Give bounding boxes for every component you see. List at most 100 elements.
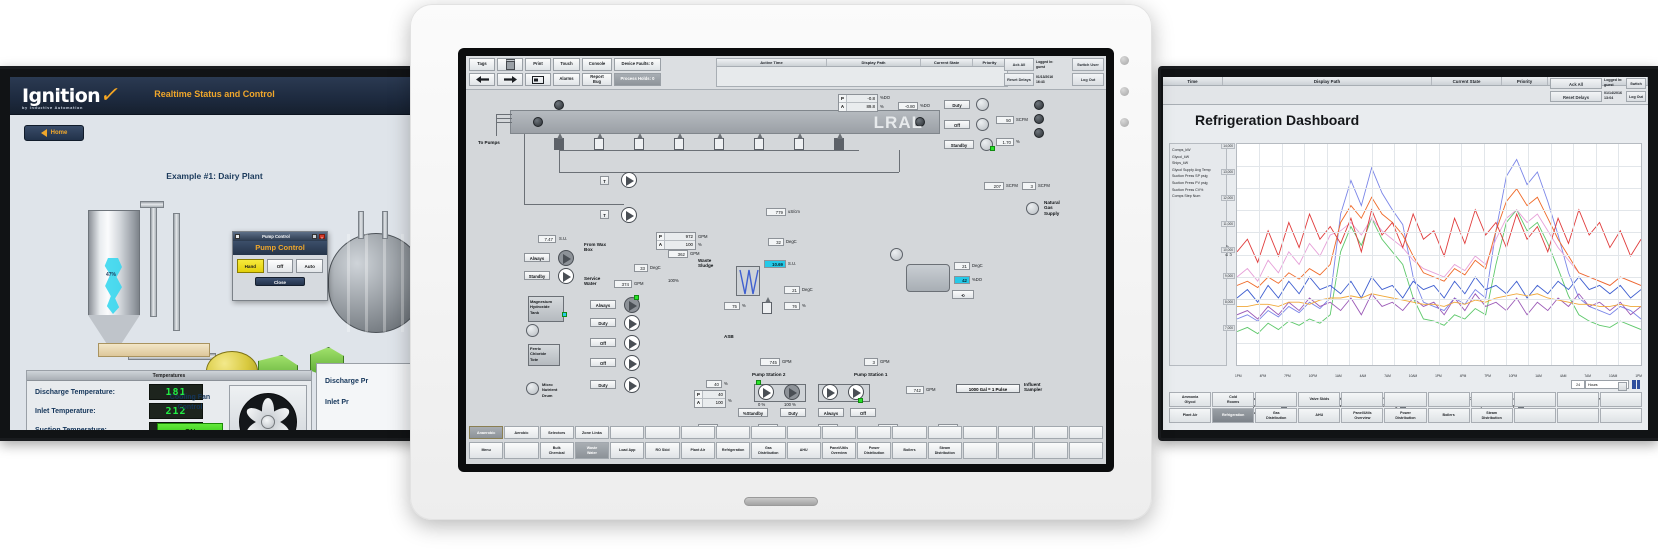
ps2-pump-2[interactable] xyxy=(784,384,800,400)
col-time[interactable]: Time xyxy=(1163,77,1223,85)
menu-item-plant-air[interactable]: Plant Air xyxy=(681,442,715,459)
effluent-flow[interactable]: 742 xyxy=(906,386,924,394)
transmitter-1[interactable]: T xyxy=(600,176,609,185)
ph-readout-2[interactable]: 10.69 xyxy=(764,260,786,268)
rnav-empty-8[interactable] xyxy=(1514,408,1556,423)
valve-7[interactable] xyxy=(794,138,804,150)
report-bug-button[interactable]: Report Bug xyxy=(582,73,612,86)
dialog-close-button[interactable]: Close xyxy=(255,277,305,286)
pump-mode-off[interactable]: Off xyxy=(267,259,294,273)
rnav-valve-skids[interactable]: Valve Skids xyxy=(1298,392,1340,407)
pump-icon-9[interactable] xyxy=(624,377,640,393)
rnav-steam-distribution[interactable]: SteamDistribution xyxy=(1471,408,1513,423)
rnav-empty-8[interactable] xyxy=(1514,392,1556,407)
trash-icon[interactable] xyxy=(497,58,523,71)
pump-icon-2[interactable] xyxy=(621,207,637,223)
do-pa-box[interactable]: P-0.8 A89.8 xyxy=(838,94,878,112)
valve-8[interactable] xyxy=(834,138,844,150)
back-arrow-icon[interactable] xyxy=(469,73,495,86)
tab-anaerobic[interactable]: Anaerobic xyxy=(469,426,503,439)
scfm-readout-1[interactable]: 50 xyxy=(996,116,1014,124)
switch-user-button[interactable]: Switch User xyxy=(1072,58,1104,71)
pct-readout-2[interactable]: 75 xyxy=(724,302,740,310)
agitator-icon-2[interactable] xyxy=(526,382,539,395)
menu-item-empty-14[interactable] xyxy=(963,442,997,459)
rnav-ammonia-glycol[interactable]: AmmoniaGlycol xyxy=(1169,392,1211,407)
tags-button[interactable]: Tags xyxy=(469,58,495,71)
tab-empty-11[interactable] xyxy=(998,426,1032,439)
rnav-empty-9[interactable] xyxy=(1557,392,1599,407)
tab-empty-7[interactable] xyxy=(857,426,891,439)
menu-item-refrigeration[interactable]: Refrigeration xyxy=(716,442,750,459)
sensor-icon-left[interactable] xyxy=(533,117,543,127)
menu-item-boilers[interactable]: Boilers xyxy=(892,442,926,459)
rnav-gas-distribution[interactable]: GasDistribution xyxy=(1255,408,1297,423)
temp-readout-4[interactable]: 21 xyxy=(954,262,970,270)
rnav-empty-4[interactable] xyxy=(1341,392,1383,407)
pump-control-dialog[interactable]: Pump Control × Pump Control Hand Off Aut… xyxy=(232,231,328,301)
window-icon[interactable] xyxy=(525,73,551,86)
pump-icon-8[interactable] xyxy=(624,355,640,371)
forward-arrow-icon[interactable] xyxy=(497,73,523,86)
ps2-mode-duty[interactable]: Duty xyxy=(780,408,806,417)
process-holds-button[interactable]: Process Holds: 0 xyxy=(614,73,661,86)
menu-item-waste-water[interactable]: WasteWater xyxy=(575,442,609,459)
tab-empty-6[interactable] xyxy=(822,426,856,439)
rnav-empty-7[interactable] xyxy=(1471,392,1513,407)
col-priority[interactable]: Priority xyxy=(1502,77,1548,85)
menu-item-bulk-chemical[interactable]: BulkChemical xyxy=(540,442,574,459)
menu-item-menu[interactable]: Menu xyxy=(469,442,503,459)
pause-icon[interactable] xyxy=(1632,380,1640,389)
sensor-icon-top[interactable] xyxy=(554,100,564,110)
heat-exchanger-icon[interactable] xyxy=(736,266,760,296)
menu-item-gas-distribution[interactable]: GasDistribution xyxy=(751,442,785,459)
blower-icon-1[interactable] xyxy=(976,98,989,111)
right-mode-standby[interactable]: Standby xyxy=(944,140,974,149)
conductivity-readout[interactable]: 779 xyxy=(766,208,786,216)
flow-readout-1[interactable]: 362 xyxy=(668,250,688,258)
menu-item-ahu[interactable]: AHU xyxy=(787,442,821,459)
mode-duty-1[interactable]: Duty xyxy=(590,318,616,327)
menu-item-empty-17[interactable] xyxy=(1069,442,1103,459)
tab-empty-2[interactable] xyxy=(681,426,715,439)
tab-empty-13[interactable] xyxy=(1069,426,1103,439)
tab-empty-5[interactable] xyxy=(787,426,821,439)
temp-readout-1[interactable]: 33 xyxy=(634,264,648,272)
ps2-pump-1[interactable] xyxy=(758,384,774,400)
device-faults-button[interactable]: Device Faults: 0 xyxy=(614,58,661,71)
mode-duty-2[interactable]: Duty xyxy=(590,380,616,389)
pump-icon-6[interactable] xyxy=(624,315,640,331)
ps2-mode-standby[interactable]: %Standby xyxy=(738,408,768,417)
rnav-power-distribution[interactable]: PowerDistribution xyxy=(1384,408,1426,423)
mode-standby-1[interactable]: Standby xyxy=(524,271,550,280)
tab-empty-8[interactable] xyxy=(892,426,926,439)
legend-item-3[interactable]: Ships_kW xyxy=(1172,160,1224,167)
legend-item-5[interactable]: Suction Press SP psig xyxy=(1172,173,1224,180)
rnav-boilers[interactable]: Boilers xyxy=(1428,408,1470,423)
pct-readout-4[interactable]: 1.70 xyxy=(996,138,1014,146)
legend-item-8[interactable]: Comps Step Num xyxy=(1172,193,1224,200)
valve-3[interactable] xyxy=(634,138,644,150)
mode-off-2[interactable]: Off xyxy=(590,358,616,367)
aerator-control[interactable]: ⟲ xyxy=(952,290,974,299)
right-mode-duty[interactable]: Duty xyxy=(944,100,970,109)
ps-setpoint-1[interactable]: 40 xyxy=(706,380,722,388)
pump-icon-7[interactable] xyxy=(624,335,640,351)
menu-item-load-app[interactable]: Load App xyxy=(610,442,644,459)
scfm-readout-2[interactable]: 207 xyxy=(984,182,1004,190)
pump-mode-auto[interactable]: Auto xyxy=(296,259,323,273)
menu-item-ro-skid[interactable]: RO Skid xyxy=(645,442,679,459)
legend-item-7[interactable]: Suction Press CV% xyxy=(1172,187,1224,194)
pump-icon-4[interactable] xyxy=(558,268,574,284)
menu-item-empty-16[interactable] xyxy=(1034,442,1068,459)
tab-aerobic[interactable]: Aerobic xyxy=(504,426,538,439)
tab-empty-10[interactable] xyxy=(963,426,997,439)
pct-readout-3[interactable]: 76 xyxy=(784,302,800,310)
rnav-cold-rooms[interactable]: ColdRooms xyxy=(1212,392,1254,407)
ph-readout-1[interactable]: 7.47 xyxy=(538,235,556,243)
col-display-path[interactable]: Display Path xyxy=(1223,77,1432,85)
chart-legend[interactable]: Comps_kWGlycol_kWShips_kWGlycol Supply A… xyxy=(1169,143,1227,366)
hmi-diagram[interactable]: LRAL To Pumps xyxy=(466,90,1106,426)
col-display-path[interactable]: Display Path xyxy=(827,59,921,66)
gas-valve-icon[interactable] xyxy=(1026,202,1039,215)
